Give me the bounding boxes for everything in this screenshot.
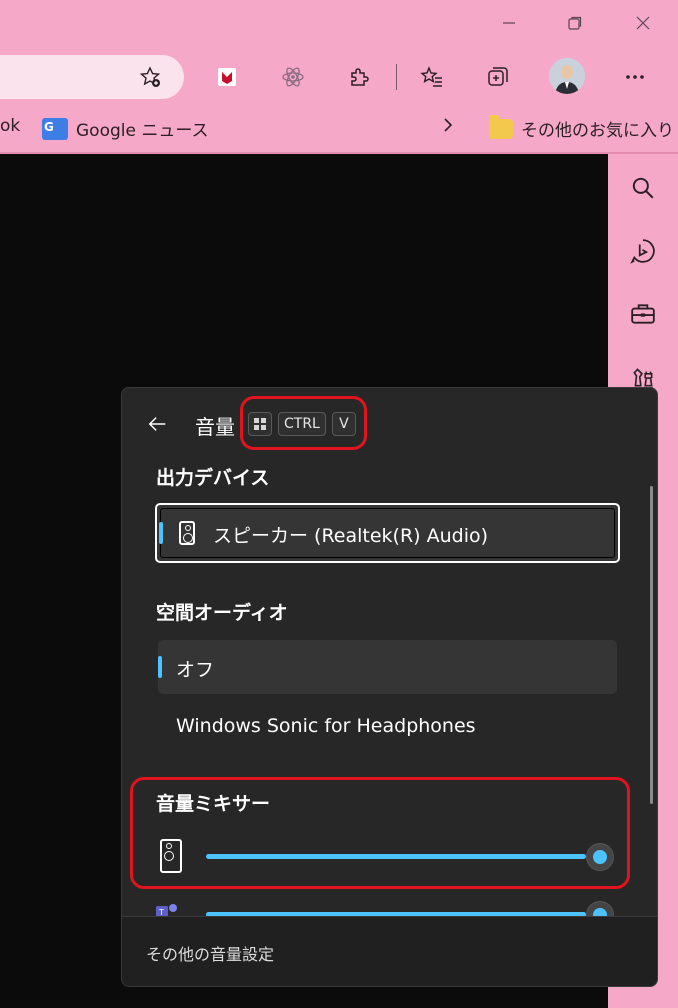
favorites-list-icon	[420, 66, 442, 87]
selection-indicator	[158, 656, 162, 678]
option-label: オフ	[176, 659, 215, 681]
selection-indicator	[159, 522, 163, 544]
restore-icon	[568, 16, 582, 30]
arrow-left-icon	[148, 417, 166, 431]
annotation-shortcut-highlight	[240, 396, 367, 450]
output-device-heading: 出力デバイス	[156, 467, 270, 489]
flyout-scrollbar[interactable]	[650, 486, 653, 804]
teams-icon: T	[156, 904, 177, 916]
restore-button[interactable]	[560, 8, 590, 38]
avatar-icon	[549, 58, 585, 94]
flyout-footer: その他の音量設定	[122, 916, 657, 986]
bing-chat-icon	[630, 239, 655, 264]
collections-icon	[488, 67, 508, 86]
bookmark-google-news[interactable]: Google ニュース	[42, 116, 209, 141]
toolbox-icon	[631, 304, 655, 324]
extensions-button[interactable]	[343, 61, 375, 93]
atom-icon	[282, 67, 304, 87]
profile-avatar[interactable]	[549, 58, 585, 94]
output-device-selector[interactable]: スピーカー (Realtek(R) Audio)	[155, 503, 620, 563]
sidebar-bing-button[interactable]	[626, 234, 660, 268]
close-button[interactable]	[628, 8, 658, 38]
sidebar-tools-button[interactable]	[626, 297, 660, 331]
sidebar-search-button[interactable]	[626, 171, 660, 205]
shield-icon	[218, 68, 236, 86]
toolbar-separator	[396, 64, 397, 90]
bookmarks-overflow-button[interactable]	[440, 114, 456, 136]
more-volume-settings-link[interactable]: その他の音量設定	[146, 941, 274, 965]
output-device-name: スピーカー (Realtek(R) Audio)	[213, 525, 489, 547]
more-icon	[626, 75, 644, 79]
spatial-audio-option-off[interactable]: オフ	[158, 640, 617, 694]
flyout-header: 音量 CTRL V	[122, 388, 657, 456]
add-favorite-button[interactable]	[134, 61, 166, 93]
annotation-mixer-highlight	[130, 777, 630, 889]
bookmark-partial[interactable]: ok	[0, 116, 20, 136]
toolbar-divider	[0, 152, 678, 154]
mcafee-extension[interactable]	[211, 61, 243, 93]
spatial-audio-option-sonic[interactable]: Windows Sonic for Headphones	[176, 715, 616, 745]
svg-text:T: T	[158, 908, 164, 916]
bookmark-other-favorites[interactable]: その他のお気に入り	[489, 114, 674, 141]
chevron-right-icon	[444, 118, 453, 132]
more-menu-button[interactable]	[619, 61, 651, 93]
minimize-button[interactable]	[494, 8, 524, 38]
google-news-icon	[42, 117, 68, 140]
collections-button[interactable]	[482, 61, 514, 93]
favorites-button[interactable]	[416, 61, 448, 93]
spatial-audio-heading: 空間オーディオ	[156, 602, 288, 624]
speaker-icon	[179, 521, 195, 545]
volume-flyout: 音量 CTRL V 出力デバイス スピーカー (Realtek(R) Audio…	[121, 387, 658, 987]
folder-icon	[489, 114, 513, 139]
react-extension[interactable]	[277, 61, 309, 93]
close-icon	[636, 16, 650, 30]
flyout-title: 音量	[195, 415, 235, 439]
puzzle-icon	[351, 68, 369, 86]
search-icon	[632, 177, 654, 199]
bookmarks-bar: ok Google ニュース その他のお気に入り	[0, 106, 678, 152]
title-bar	[0, 0, 678, 48]
minimize-icon	[503, 22, 515, 24]
star-add-icon	[139, 66, 161, 87]
back-button[interactable]	[144, 410, 172, 438]
